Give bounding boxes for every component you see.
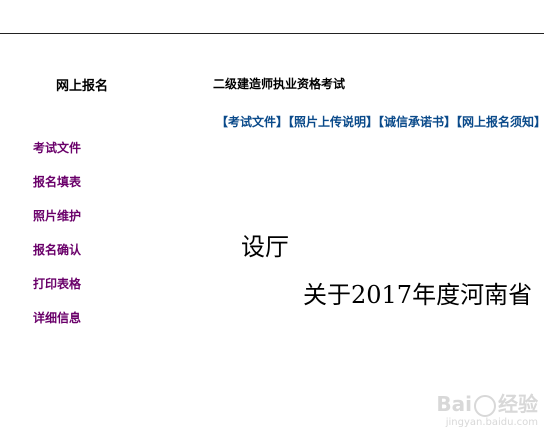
- sidebar-item-registration-form[interactable]: 报名填表: [33, 174, 81, 208]
- link-photo-upload-guide[interactable]: 【照片上传说明】: [288, 115, 378, 129]
- sidebar-item-registration-confirm[interactable]: 报名确认: [33, 242, 81, 276]
- link-exam-documents[interactable]: 【考试文件】: [216, 115, 288, 129]
- sidebar-item-exam-documents[interactable]: 考试文件: [33, 140, 81, 174]
- baidu-watermark: Bai 经验 jingyan.baidu.com: [418, 388, 538, 438]
- exam-title: 二级建造师执业资格考试: [213, 77, 346, 91]
- paw-icon: [474, 394, 496, 417]
- sidebar-item-print-form[interactable]: 打印表格: [33, 276, 81, 310]
- watermark-url: jingyan.baidu.com: [445, 417, 538, 428]
- watermark-brand-right: 经验: [498, 392, 538, 416]
- sidebar-nav: 考试文件 报名填表 照片维护 报名确认 打印表格 详细信息: [33, 140, 81, 344]
- sidebar-item-details[interactable]: 详细信息: [33, 310, 81, 344]
- document-links-bar: 【考试文件】【照片上传说明】【诚信承诺书】【网上报名须知】: [216, 113, 544, 130]
- sidebar-item-photo-maintenance[interactable]: 照片维护: [33, 208, 81, 242]
- watermark-brand-left: Bai: [436, 392, 472, 416]
- link-online-registration[interactable]: 【网上报名须知】: [456, 115, 544, 129]
- link-integrity-pledge[interactable]: 【诚信承诺书】: [378, 115, 456, 129]
- top-divider: [0, 33, 544, 34]
- sidebar-title: 网上报名: [56, 79, 109, 94]
- document-heading-line2: 关于2017年度河南省: [303, 281, 533, 309]
- document-heading-line1: 设厅: [241, 233, 289, 261]
